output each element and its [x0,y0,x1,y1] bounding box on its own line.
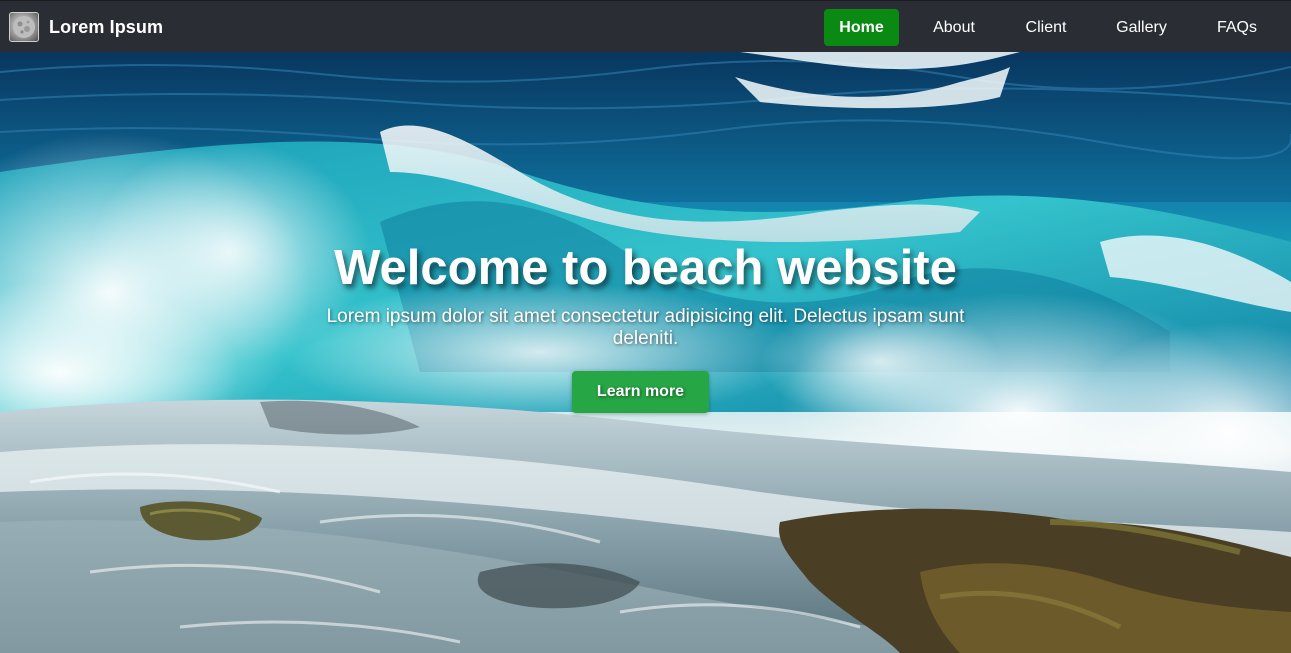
nav-link-faqs[interactable]: FAQs [1204,9,1270,46]
top-navbar: Lorem Ipsum Home About Client Gallery FA… [0,0,1291,52]
learn-more-button[interactable]: Learn more [572,371,709,413]
page: Lorem Ipsum Home About Client Gallery FA… [0,0,1291,653]
nav-link-client[interactable]: Client [1013,9,1079,46]
nav-links: Home About Client Gallery FAQs [0,9,1291,46]
nav-link-gallery[interactable]: Gallery [1103,9,1180,46]
hero-content: Welcome to beach website Lorem ipsum dol… [0,52,1291,653]
nav-link-about[interactable]: About [920,9,988,46]
nav-link-home[interactable]: Home [824,9,899,46]
hero-section: Welcome to beach website Lorem ipsum dol… [0,52,1291,653]
hero-description: Lorem ipsum dolor sit amet consectetur a… [326,306,965,349]
hero-title: Welcome to beach website [334,241,957,295]
